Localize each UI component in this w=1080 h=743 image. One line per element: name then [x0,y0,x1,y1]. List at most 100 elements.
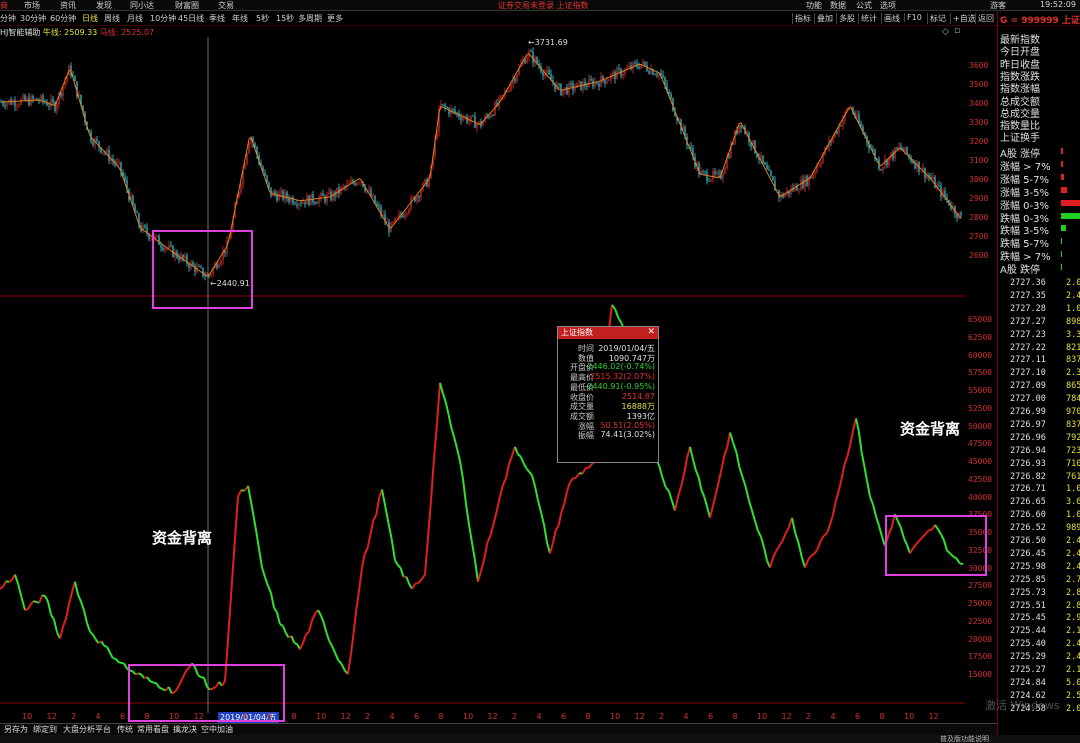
fund-segment [813,548,819,555]
fund-segment [77,594,82,602]
tool-draw[interactable]: 画线 [881,13,900,24]
fund-segment [543,524,548,543]
period-1min[interactable]: 分钟 [0,13,16,24]
tool-mark[interactable]: 标记 [927,13,946,24]
menu-item-trade[interactable]: 交易 [218,0,234,11]
fund-segment [849,430,855,445]
air-refuel-tab[interactable]: 空中加油 [201,724,233,735]
candle-body [582,82,584,91]
fund-segment [44,595,49,603]
edition-note: 普及版功能说明 [940,735,989,743]
candle-body [708,181,710,182]
period-45day[interactable]: 45日线 [178,13,204,24]
tool-overlay[interactable]: 叠加 [814,13,833,24]
tooltip-value: 2440.91(-0.95%) [587,381,655,391]
tool-add-favorite[interactable]: +自选 [950,13,976,24]
tick-price: 2726.45 [1010,548,1046,559]
candle-body [570,83,572,84]
breadth-bar [1061,186,1067,193]
fund-segment [483,542,489,560]
menu-item-data[interactable]: 数据 [830,0,846,11]
menu-item-options[interactable]: 选项 [880,0,896,11]
candle-body [452,108,454,110]
period-year[interactable]: 年线 [232,13,248,24]
fund-segment [305,631,310,636]
breadth-bar [1061,148,1063,154]
menu-item-function[interactable]: 功能 [806,0,822,11]
fund-segment [290,635,296,644]
tick-volume: 2.0 [1066,703,1080,714]
period-quarter[interactable]: 季线 [209,13,225,24]
breadth-row-label: A股 跌停 [1000,265,1041,277]
fund-segment [328,640,334,647]
x-tick-label: 8 [879,712,885,721]
tool-indicator[interactable]: 指标 [792,13,811,24]
period-15sec[interactable]: 15秒 [276,13,294,24]
market-analysis-button[interactable]: 大盘分析平台 [63,724,111,735]
period-more[interactable]: 更多 [327,13,343,24]
period-60min[interactable]: 60分钟 [50,13,76,24]
candle-body [702,171,704,173]
candle-body [396,216,398,219]
common-view-tab[interactable]: 常用看盘 [137,724,169,735]
menu-item-discover[interactable]: 发现 [96,0,112,11]
candle-body [840,125,842,127]
tool-stats[interactable]: 统计 [858,13,877,24]
breadth-bar [1061,264,1062,271]
breadth-bar [1061,225,1066,232]
candle-body [858,114,860,124]
tool-multistock[interactable]: 多股 [836,13,855,24]
menu-item-market[interactable]: 市场 [24,0,40,11]
candle-body [412,196,414,198]
x-tick-label: 10 [316,712,327,721]
menu-item-formula[interactable]: 公式 [856,0,872,11]
chart-area[interactable] [0,27,965,713]
fund-segment [794,532,800,544]
tick-price: 2726.99 [1010,407,1046,417]
candle-body [712,171,714,180]
candle-body [102,152,104,154]
qinlongjue-tab[interactable]: 擒龙决 [173,724,197,735]
fund-segment [459,460,464,480]
user-label[interactable]: 游客 [990,0,1006,11]
tooltip-title[interactable]: 上证指数 [558,327,658,339]
candle-body [266,175,268,182]
period-10min[interactable]: 10分钟 [150,13,176,24]
tick-volume: 2.4 [1066,536,1080,546]
fund-segment [875,516,880,527]
tick-price: 2727.09 [1010,381,1046,392]
close-icon[interactable]: ✕ [647,327,655,337]
x-tick-label: 8 [291,712,297,721]
fund-segment [50,614,55,621]
data-tooltip-window[interactable]: 上证指数 ✕ 时间 2019/01/04/五 数值 1090.747万 开盘价 2446.… [557,326,659,463]
period-daily[interactable]: 日线 [82,13,98,24]
candle-body [418,195,420,198]
fund-segment [27,603,32,610]
traditional-tab[interactable]: 传统 [117,724,133,735]
candle-body [764,162,766,165]
tick-price: 2726.50 [1010,536,1046,546]
tool-back[interactable]: 返回 [975,13,994,24]
candle-body [326,194,328,202]
y-tick-label: 2900 [969,194,989,203]
period-30min[interactable]: 30分钟 [20,13,46,24]
fund-segment [255,532,261,550]
menu-item-news[interactable]: 资讯 [60,0,76,11]
fund-segment [703,496,709,508]
y-tick-label: 57500 [968,368,993,378]
period-weekly[interactable]: 周线 [104,13,120,24]
period-monthly[interactable]: 月线 [127,13,143,24]
candle-body [604,80,606,84]
save-as-button[interactable]: 另存为 [4,724,28,735]
x-tick-label: 10 [22,712,33,721]
period-multi[interactable]: 多周期 [298,13,322,24]
tool-f10[interactable]: F10 [904,13,922,22]
menu-item-wealth-circle[interactable]: 财富圈 [175,0,199,11]
period-5sec[interactable]: 5秒 [256,13,269,24]
fund-segment [468,524,473,543]
candle-body [296,204,298,206]
candle-body [490,115,492,118]
menu-item-tonghuada[interactable]: 同小达 [130,0,154,11]
bind-to-button[interactable]: 绑定到 [33,724,57,735]
stock-code[interactable]: G = 999999 上证 [1000,13,1080,26]
